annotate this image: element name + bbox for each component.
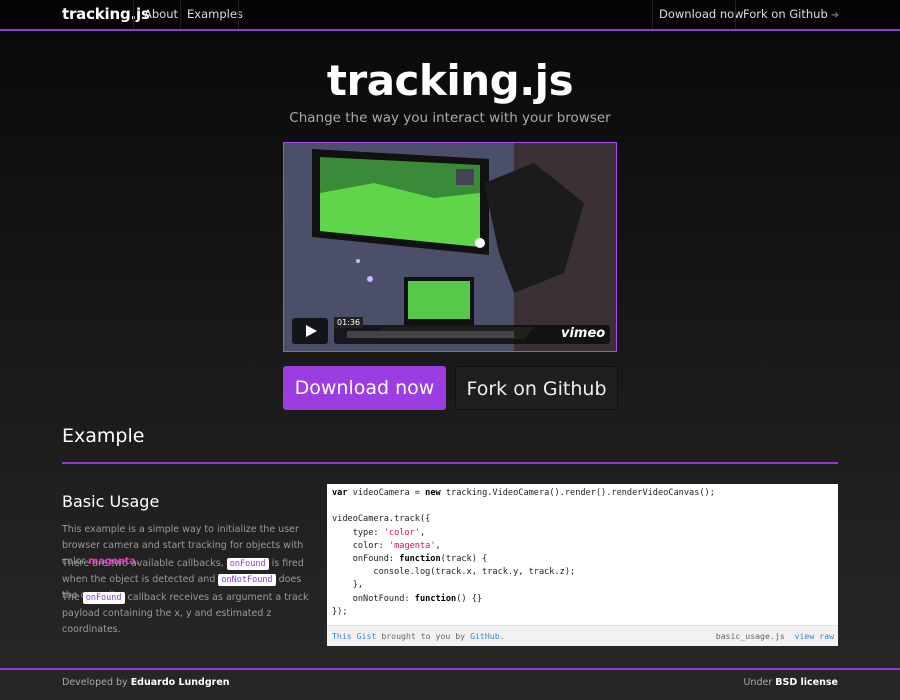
onnotfound-code: onNotFound bbox=[218, 574, 276, 586]
onfound-code: onFound bbox=[226, 558, 269, 570]
footer-divider bbox=[0, 668, 900, 670]
nav-fork-label: Fork on Github bbox=[743, 7, 828, 21]
nav-about[interactable]: About bbox=[138, 0, 184, 29]
video-progress-bar[interactable] bbox=[347, 331, 514, 338]
top-navbar: tracking.js About Examples Download now … bbox=[0, 0, 900, 31]
footer-under: Under bbox=[743, 677, 773, 688]
video-player[interactable]: 01:36 vimeo bbox=[283, 142, 617, 352]
license-link[interactable]: BSD license bbox=[775, 677, 838, 688]
gist-file-info: basic_usage.js view raw bbox=[716, 631, 834, 641]
p2-text-a: There are two available callbacks, bbox=[62, 558, 227, 569]
onfound-code: onFound bbox=[82, 592, 125, 604]
download-now-button[interactable]: Download now bbox=[283, 366, 446, 410]
gist-by-text: brought to you by bbox=[381, 631, 466, 641]
nav-fork-github[interactable]: Fork on Github ➜ bbox=[737, 0, 845, 29]
footer-developed-by: Developed by bbox=[62, 677, 128, 688]
gist-this-link[interactable]: This bbox=[332, 631, 352, 641]
gist-filename-link[interactable]: basic_usage.js bbox=[716, 631, 785, 641]
gist-embed: var videoCamera = new tracking.VideoCame… bbox=[327, 484, 838, 646]
external-arrow-icon: ➜ bbox=[830, 10, 840, 21]
author-link[interactable]: Eduardo Lundgren bbox=[131, 677, 230, 688]
hero-title: tracking.js bbox=[326, 56, 574, 105]
usage-paragraph-3: The onFound callback receives as argumen… bbox=[62, 590, 317, 638]
gist-link[interactable]: Gist bbox=[357, 631, 377, 641]
footer-credit: Developed by Eduardo Lundgren bbox=[62, 677, 230, 688]
nav-divider bbox=[735, 0, 736, 29]
github-link[interactable]: GitHub bbox=[470, 631, 500, 641]
nav-divider bbox=[133, 0, 134, 29]
brand-link[interactable]: tracking.js bbox=[62, 5, 150, 23]
footer-license: Under BSD license bbox=[743, 677, 838, 688]
play-button[interactable] bbox=[292, 318, 328, 344]
p3-text-a: The bbox=[62, 592, 83, 603]
section-divider bbox=[62, 462, 838, 464]
section-title-example: Example bbox=[62, 425, 145, 447]
video-time: 01:36 bbox=[334, 317, 364, 328]
nav-divider bbox=[238, 0, 239, 29]
gist-credit: This Gist brought to you by GitHub. bbox=[332, 631, 505, 641]
gist-meta-bar: This Gist brought to you by GitHub. basi… bbox=[327, 625, 838, 646]
fork-on-github-button[interactable]: Fork on Github bbox=[455, 366, 618, 410]
hero-subtitle: Change the way you interact with your br… bbox=[289, 110, 611, 126]
view-raw-link[interactable]: view raw bbox=[795, 631, 834, 641]
basic-usage-title: Basic Usage bbox=[62, 492, 160, 511]
vimeo-logo[interactable]: vimeo bbox=[561, 326, 605, 341]
gist-code: var videoCamera = new tracking.VideoCame… bbox=[332, 488, 715, 617]
